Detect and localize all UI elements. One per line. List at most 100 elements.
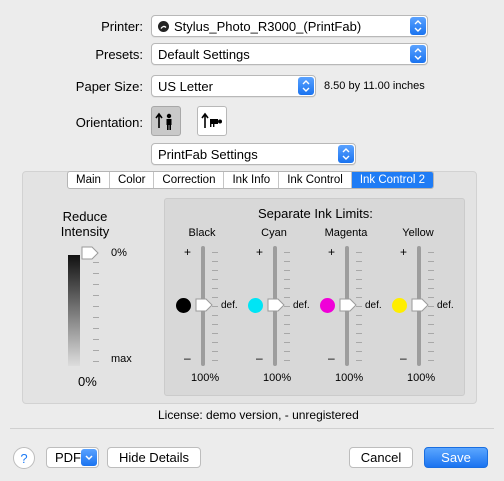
tick-mark <box>428 324 434 325</box>
pdf-label: PDF <box>55 450 81 465</box>
black-minus-label: – <box>184 351 191 365</box>
hide-details-button[interactable]: Hide Details <box>107 447 201 468</box>
tick-mark <box>93 273 99 274</box>
tick-mark <box>356 342 362 343</box>
tick-mark <box>284 342 290 343</box>
tick-mark <box>428 288 434 289</box>
tick-mark <box>284 360 290 361</box>
magenta-slider-thumb[interactable] <box>339 298 357 312</box>
tick-mark <box>356 360 362 361</box>
tab-ink-control-2[interactable]: Ink Control 2 <box>351 172 434 188</box>
printer-popup[interactable]: Stylus_Photo_R3000_(PrintFab) <box>151 15 428 37</box>
magenta-default-label: def. <box>365 300 382 311</box>
tick-mark <box>212 261 218 262</box>
tick-mark <box>93 295 99 296</box>
tick-mark <box>428 351 434 352</box>
tick-mark <box>284 315 290 316</box>
help-icon: ? <box>20 450 28 466</box>
presets-value: Default Settings <box>158 46 250 62</box>
tick-mark <box>284 252 290 253</box>
yellow-minus-label: – <box>400 351 407 365</box>
tab-bar: Main Color Correction Ink Info Ink Contr… <box>67 171 435 189</box>
tick-mark <box>93 361 99 362</box>
tick-mark <box>212 252 218 253</box>
yellow-ink-swatch <box>392 298 407 313</box>
chevron-updown-icon <box>410 17 426 35</box>
black-limit-value: 100% <box>191 372 220 384</box>
black-channel-name: Black <box>188 227 216 239</box>
tick-mark <box>284 351 290 352</box>
presets-label: Presets: <box>95 47 143 62</box>
cyan-channel-name: Cyan <box>261 227 287 239</box>
tick-mark <box>93 339 99 340</box>
cyan-slider-thumb[interactable] <box>267 298 285 312</box>
footer-divider <box>10 428 494 429</box>
chevron-down-icon <box>81 449 97 466</box>
tick-mark <box>212 360 218 361</box>
license-text: License: demo version, - unregistered <box>158 408 359 422</box>
tick-mark <box>356 324 362 325</box>
tab-color[interactable]: Color <box>110 172 155 188</box>
tab-ink-info[interactable]: Ink Info <box>224 172 280 188</box>
portrait-orientation-button[interactable] <box>151 106 181 136</box>
tick-mark <box>284 261 290 262</box>
orientation-label: Orientation: <box>75 115 143 130</box>
paper-size-value: US Letter <box>158 78 213 94</box>
save-button[interactable]: Save <box>424 447 488 468</box>
tick-mark <box>428 333 434 334</box>
reduce-ticks <box>93 262 99 362</box>
cyan-limit-value: 100% <box>263 372 292 384</box>
tick-mark <box>212 315 218 316</box>
magenta-minus-label: – <box>328 351 335 365</box>
reduce-slider-thumb[interactable] <box>81 246 99 263</box>
tick-mark <box>356 279 362 280</box>
reduce-bottom-label: max <box>111 353 132 365</box>
cyan-minus-label: – <box>256 351 263 365</box>
tick-mark <box>284 279 290 280</box>
tab-correction[interactable]: Correction <box>154 172 225 188</box>
presets-popup[interactable]: Default Settings <box>151 43 428 65</box>
black-default-label: def. <box>221 300 238 311</box>
reduce-title-line1: Reduce <box>62 209 108 224</box>
tick-mark <box>356 333 362 334</box>
tick-mark <box>212 279 218 280</box>
panel-select-popup[interactable]: PrintFab Settings <box>151 143 356 165</box>
chevron-updown-icon <box>298 77 314 95</box>
cyan-plus-label: + <box>256 245 264 259</box>
tick-mark <box>428 270 434 271</box>
tick-mark <box>428 252 434 253</box>
tick-mark <box>356 315 362 316</box>
tick-mark <box>356 270 362 271</box>
help-button[interactable]: ? <box>13 447 35 469</box>
tick-mark <box>428 315 434 316</box>
reduce-top-label: 0% <box>111 247 127 259</box>
tab-main[interactable]: Main <box>68 172 110 188</box>
reduce-value: 0% <box>78 374 97 389</box>
landscape-orientation-button[interactable] <box>197 106 227 136</box>
yellow-default-label: def. <box>437 300 454 311</box>
intensity-gradient-bar <box>68 255 80 366</box>
printer-label: Printer: <box>101 19 143 34</box>
portrait-icon <box>155 112 172 130</box>
tick-mark <box>212 333 218 334</box>
printer-icon <box>158 20 169 32</box>
black-slider-thumb[interactable] <box>195 298 213 312</box>
reduce-title-line2: Intensity <box>60 224 110 239</box>
tick-mark <box>428 261 434 262</box>
yellow-plus-label: + <box>400 245 408 259</box>
paper-size-label: Paper Size: <box>75 79 143 94</box>
pdf-menu-button[interactable]: PDF <box>46 447 99 468</box>
tick-mark <box>356 252 362 253</box>
yellow-slider-thumb[interactable] <box>411 298 429 312</box>
tick-mark <box>284 324 290 325</box>
ink-limits-title: Separate Ink Limits: <box>258 206 373 221</box>
cyan-default-label: def. <box>293 300 310 311</box>
panel-select-value: PrintFab Settings <box>158 146 258 162</box>
printer-value: Stylus_Photo_R3000_(PrintFab) <box>174 18 362 34</box>
tick-mark <box>93 284 99 285</box>
cancel-button[interactable]: Cancel <box>349 447 413 468</box>
tick-mark <box>284 270 290 271</box>
tab-ink-control[interactable]: Ink Control <box>279 172 352 188</box>
paper-size-popup[interactable]: US Letter <box>151 75 316 97</box>
tick-mark <box>356 351 362 352</box>
